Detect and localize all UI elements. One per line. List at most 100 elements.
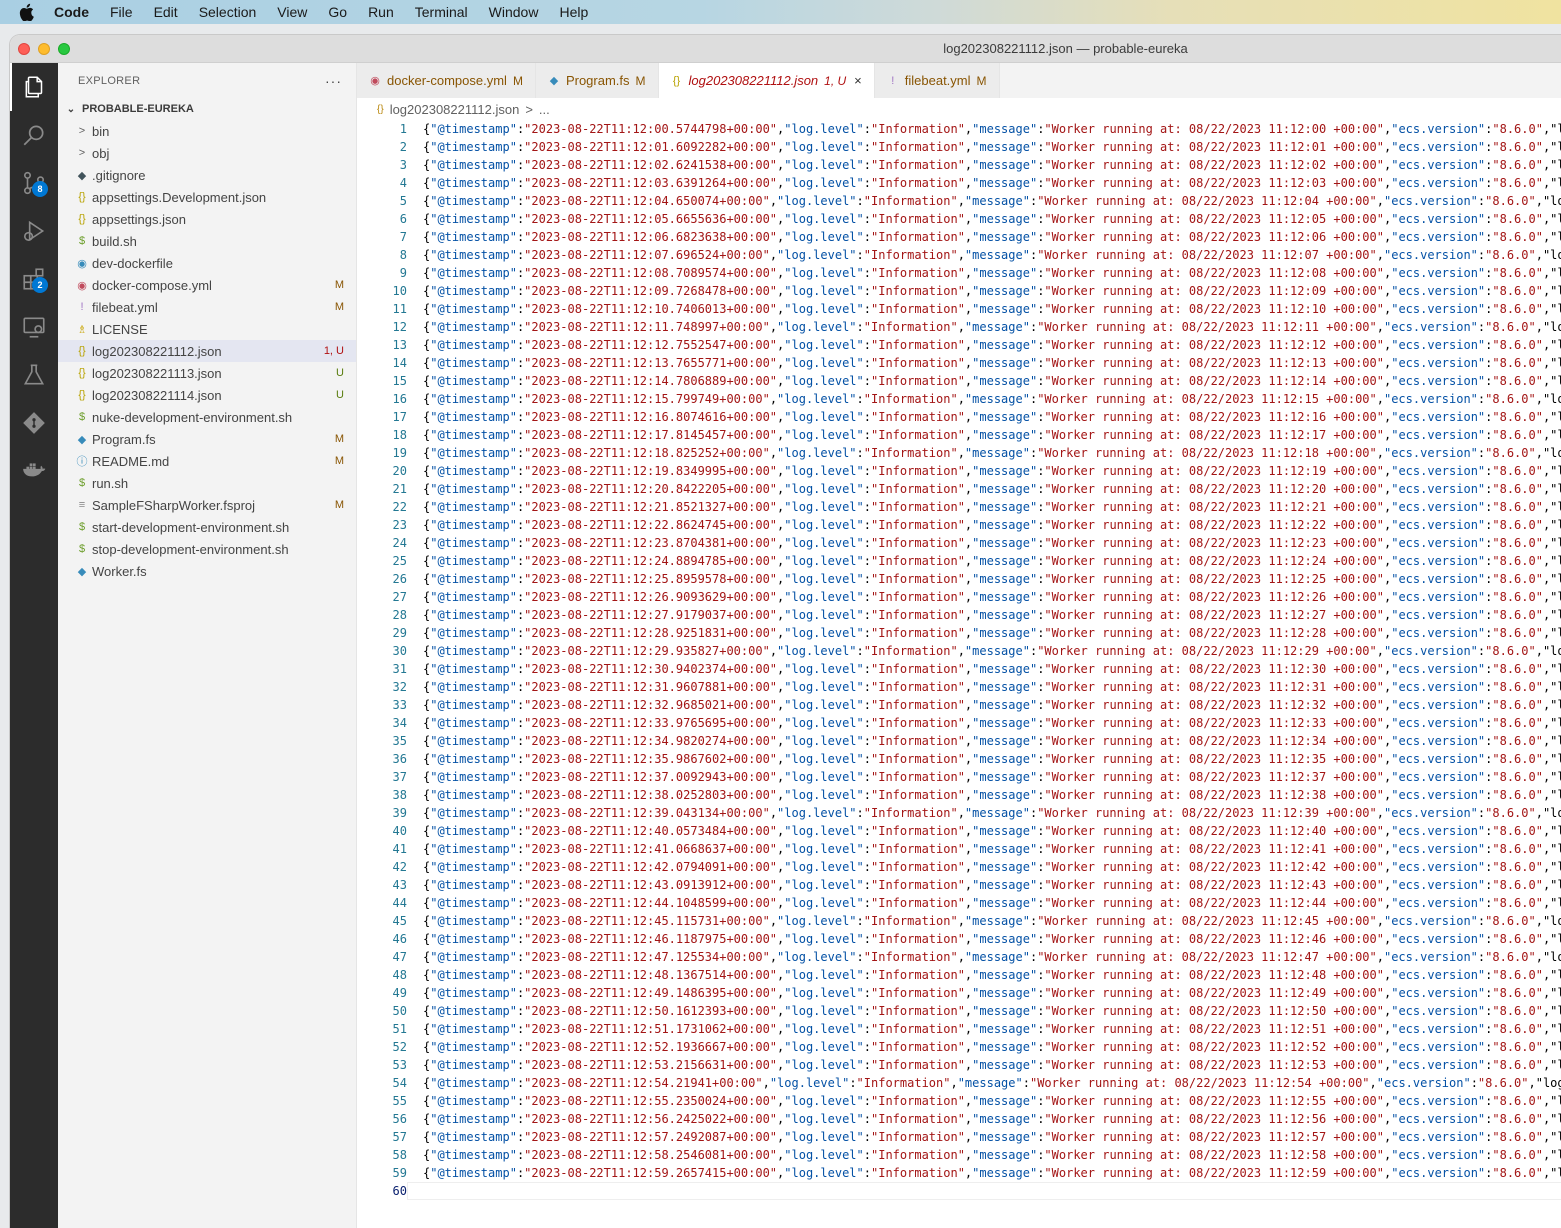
yaml-file-icon: ! (891, 74, 895, 87)
close-tab-icon[interactable]: × (854, 73, 862, 88)
menu-go[interactable]: Go (328, 4, 347, 20)
menu-terminal[interactable]: Terminal (415, 4, 468, 20)
tab-program-fs[interactable]: ◆ Program.fs M (535, 63, 659, 98)
tab-status: 1, U (824, 73, 847, 88)
tree-item[interactable]: ◉ docker-compose.yml M (58, 274, 356, 296)
apple-icon[interactable] (18, 3, 34, 21)
code-line: 23 {"@timestamp":"2023-08-22T11:12:22.862… (357, 516, 1561, 534)
code-line: 47 {"@timestamp":"2023-08-22T11:12:47.125… (357, 948, 1561, 966)
menu-run[interactable]: Run (368, 4, 394, 20)
line-text: {"@timestamp":"2023-08-22T11:12:15.79974… (423, 392, 1561, 406)
docker-icon (23, 463, 46, 477)
tree-item[interactable]: ◉ dev-dockerfile (58, 252, 356, 274)
code-editor[interactable]: 1 {"@timestamp":"2023-08-22T11:12:00.5744… (357, 120, 1561, 1228)
workspace-section-header[interactable]: ⌄ PROBABLE-EUREKA (58, 98, 356, 120)
activity-extensions[interactable]: 2 (10, 255, 58, 303)
line-number: 10 (392, 284, 407, 298)
tree-item[interactable]: ⓘ README.md M (58, 450, 356, 472)
code-line: 35 {"@timestamp":"2023-08-22T11:12:34.982… (357, 732, 1561, 750)
tree-item[interactable]: {} appsettings.json (58, 208, 356, 230)
activity-search[interactable] (10, 111, 58, 159)
code-line: 8 {"@timestamp":"2023-08-22T11:12:07.6965… (357, 246, 1561, 264)
code-line: 40 {"@timestamp":"2023-08-22T11:12:40.057… (357, 822, 1561, 840)
tree-item[interactable]: {} appsettings.Development.json (58, 186, 356, 208)
line-text: {"@timestamp":"2023-08-22T11:12:10.74060… (423, 302, 1561, 316)
breadcrumb-separator: > (525, 101, 533, 117)
line-text: {"@timestamp":"2023-08-22T11:12:41.06686… (423, 842, 1561, 856)
line-text: {"@timestamp":"2023-08-22T11:12:05.66556… (423, 212, 1561, 226)
activity-source-control[interactable]: 8 (10, 159, 58, 207)
line-text: {"@timestamp":"2023-08-22T11:12:20.84222… (423, 482, 1561, 496)
code-line: 13 {"@timestamp":"2023-08-22T11:12:12.755… (357, 336, 1561, 354)
activity-explorer[interactable] (10, 63, 58, 111)
code-line: 30 {"@timestamp":"2023-08-22T11:12:29.935… (357, 642, 1561, 660)
line-text: {"@timestamp":"2023-08-22T11:12:54.21941… (423, 1076, 1561, 1090)
breadcrumb-file[interactable]: log202308221112.json (390, 102, 520, 117)
tree-item[interactable]: $ nuke-development-environment.sh (58, 406, 356, 428)
tree-item[interactable]: $ stop-development-environment.sh (58, 538, 356, 560)
line-number: 32 (392, 680, 407, 694)
line-text: {"@timestamp":"2023-08-22T11:12:44.10485… (423, 896, 1561, 910)
tree-item[interactable]: {} log202308221114.json U (58, 384, 356, 406)
tree-item-label: .gitignore (92, 167, 146, 183)
tree-item-label: Program.fs (92, 431, 156, 447)
tree-item[interactable]: ◆ Program.fs M (58, 428, 356, 450)
line-number: 58 (392, 1148, 407, 1162)
tree-item-label: filebeat.yml (92, 299, 158, 315)
tree-item[interactable]: > obj (58, 142, 356, 164)
tab-log202308221112[interactable]: {} log202308221112.json 1, U × (658, 63, 875, 98)
code-line: 31 {"@timestamp":"2023-08-22T11:12:30.940… (357, 660, 1561, 678)
line-text: {"@timestamp":"2023-08-22T11:12:04.65007… (423, 194, 1561, 208)
code-line: 36 {"@timestamp":"2023-08-22T11:12:35.986… (357, 750, 1561, 768)
code-line: 58 {"@timestamp":"2023-08-22T11:12:58.254… (357, 1146, 1561, 1164)
tree-item[interactable]: ◆ .gitignore (58, 164, 356, 186)
tree-item[interactable]: {} log202308221113.json U (58, 362, 356, 384)
line-number: 27 (392, 590, 407, 604)
file-type-icon: $ (78, 235, 86, 247)
tab-label: Program.fs (565, 73, 630, 88)
code-line: 41 {"@timestamp":"2023-08-22T11:12:41.066… (357, 840, 1561, 858)
line-text: {"@timestamp":"2023-08-22T11:12:06.68236… (423, 230, 1561, 244)
tree-item[interactable]: > bin (58, 120, 356, 142)
line-text: {"@timestamp":"2023-08-22T11:12:34.98202… (423, 734, 1561, 748)
code-line: 32 {"@timestamp":"2023-08-22T11:12:31.960… (357, 678, 1561, 696)
run-debug-icon (23, 220, 45, 242)
tree-item[interactable]: $ run.sh (58, 472, 356, 494)
menu-window[interactable]: Window (489, 4, 539, 20)
tree-item-label: nuke-development-environment.sh (92, 409, 293, 425)
menu-help[interactable]: Help (559, 4, 588, 20)
breadcrumb-rest[interactable]: ... (539, 102, 550, 117)
line-text: {"@timestamp":"2023-08-22T11:12:27.91790… (423, 608, 1561, 622)
tree-item[interactable]: ≡ SampleFSharpWorker.fsproj M (58, 494, 356, 516)
line-text: {"@timestamp":"2023-08-22T11:12:25.89595… (423, 572, 1561, 586)
line-number: 3 (399, 158, 407, 172)
tab-status: M (512, 73, 523, 88)
tree-item[interactable]: $ build.sh (58, 230, 356, 252)
tab-filebeat[interactable]: ! filebeat.yml M (874, 63, 1000, 98)
more-actions-icon[interactable]: ··· (325, 73, 342, 89)
menu-edit[interactable]: Edit (154, 4, 178, 20)
activity-testing[interactable] (10, 351, 58, 399)
tree-item[interactable]: {} log202308221112.json 1, U (58, 340, 356, 362)
menu-file[interactable]: File (110, 4, 133, 20)
line-number: 2 (399, 140, 407, 154)
activity-docker[interactable] (10, 447, 58, 495)
line-number: 47 (392, 950, 407, 964)
activity-remote-explorer[interactable] (10, 303, 58, 351)
menu-code[interactable]: Code (54, 4, 89, 20)
tree-item[interactable]: ◆ Worker.fs (58, 560, 356, 582)
testing-icon (23, 364, 45, 385)
menu-view[interactable]: View (277, 4, 307, 20)
tree-item[interactable]: $ start-development-environment.sh (58, 516, 356, 538)
tree-item[interactable]: ♗ LICENSE (58, 318, 356, 340)
code-line: 29 {"@timestamp":"2023-08-22T11:12:28.925… (357, 624, 1561, 642)
docker-file-icon: ◉ (370, 75, 380, 87)
activity-run-debug[interactable] (10, 207, 58, 255)
editor-area: ◉ docker-compose.yml M ◆ Program.fs M {}… (357, 63, 1561, 1228)
tree-item[interactable]: ! filebeat.yml M (58, 296, 356, 318)
code-line: 34 {"@timestamp":"2023-08-22T11:12:33.976… (357, 714, 1561, 732)
line-text: {"@timestamp":"2023-08-22T11:12:59.26574… (423, 1166, 1561, 1180)
menu-selection[interactable]: Selection (199, 4, 257, 20)
tab-docker-compose[interactable]: ◉ docker-compose.yml M (357, 63, 536, 98)
activity-git[interactable] (10, 399, 58, 447)
